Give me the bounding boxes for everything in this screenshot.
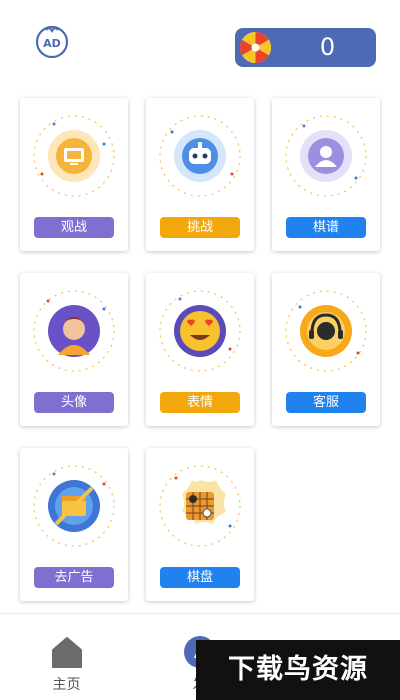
card-label: 棋谱 xyxy=(286,217,366,238)
card-support[interactable]: 客服 xyxy=(272,273,380,426)
avatar-icon xyxy=(33,290,115,372)
card-label: 观战 xyxy=(34,217,114,238)
card-records[interactable]: 棋谱 xyxy=(272,98,380,251)
card-remove-ads[interactable]: 去广告 xyxy=(20,448,128,601)
no-ads-icon xyxy=(33,465,115,547)
monitor-icon xyxy=(33,115,115,197)
heart-eyes-emoji-icon xyxy=(159,290,241,372)
watermark: 下载鸟资源 xyxy=(196,640,400,700)
card-label: 去广告 xyxy=(34,567,114,588)
candy-coin-icon xyxy=(239,31,272,64)
coin-counter[interactable]: 0 xyxy=(235,28,376,67)
card-label: 表情 xyxy=(160,392,240,413)
card-label: 客服 xyxy=(286,392,366,413)
tab-home[interactable]: 主页 xyxy=(0,614,133,700)
card-label: 棋盘 xyxy=(160,567,240,588)
card-label: 挑战 xyxy=(160,217,240,238)
headset-icon xyxy=(285,290,367,372)
card-watch[interactable]: 观战 xyxy=(20,98,128,251)
board-icon xyxy=(159,465,241,547)
ad-gift-icon: AD xyxy=(35,25,69,59)
coin-count: 0 xyxy=(319,33,336,61)
user-icon xyxy=(285,115,367,197)
ad-label: AD xyxy=(43,37,61,50)
robot-icon xyxy=(159,115,241,197)
card-challenge[interactable]: 挑战 xyxy=(146,98,254,251)
card-avatar[interactable]: 头像 xyxy=(20,273,128,426)
card-label: 头像 xyxy=(34,392,114,413)
tab-label: 主页 xyxy=(52,677,81,693)
card-emoji[interactable]: 表情 xyxy=(146,273,254,426)
card-board[interactable]: 棋盘 xyxy=(146,448,254,601)
remove-ads-button[interactable]: AD xyxy=(35,24,69,59)
home-icon xyxy=(51,637,82,668)
